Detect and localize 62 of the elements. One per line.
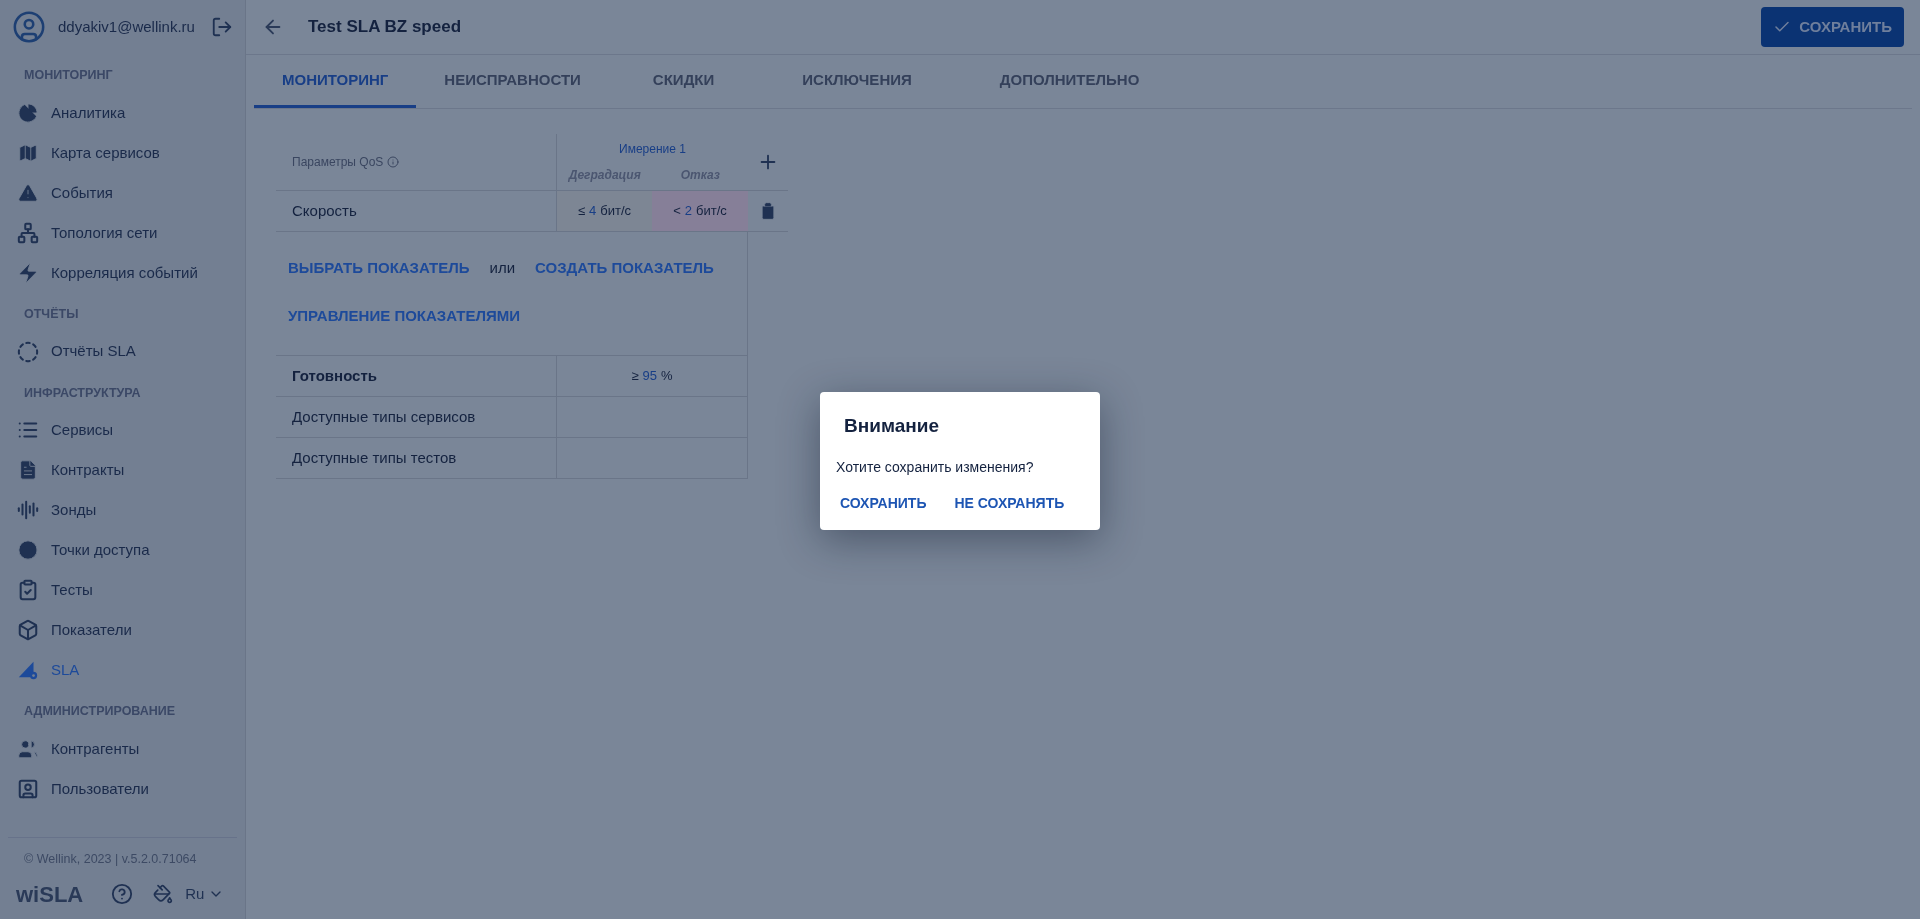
ring-icon [17,340,39,363]
threshold-cell[interactable]: ≤ 4 бит/с [556,191,652,232]
circle-icon [17,539,39,562]
row-label: Доступные типы сервисов [276,397,556,438]
paint-bucket-icon[interactable] [153,884,174,904]
select-metric-button[interactable]: ВЫБРАТЬ ПОКАЗАТЕЛЬ [276,248,482,288]
section-heading: ОТЧЁТЫ [23,305,80,323]
user-card-icon [17,778,39,800]
section-heading: МОНИТОРИНГ [23,67,114,84]
dimension-heading: Имерение 1 [619,141,686,158]
dialog-message: Хотите сохранить изменения? [835,457,1035,477]
dialog-title: Внимание [843,414,940,438]
sla-gear-icon [17,659,39,682]
availability-label: Готовность [276,356,556,397]
logo: wiSLA [16,880,84,909]
sidebar-item[interactable]: Показатели [0,610,245,651]
threshold-cell[interactable]: < 2 бит/с [652,191,748,232]
pie-chart-icon [17,101,39,124]
availability-cell[interactable]: ≥ 95 % [556,356,748,397]
clipboard-check-icon [17,579,39,602]
logout-icon[interactable] [211,16,233,38]
sidebar-item[interactable]: Топология сети [0,212,245,253]
or-text: или [489,257,516,278]
sidebar-item[interactable]: Тесты [0,570,245,611]
avatar-icon[interactable] [12,10,46,44]
page-title: Test SLA BZ speed [308,16,462,39]
sidebar-item[interactable]: Сервисы [0,410,245,451]
people-icon [17,738,39,760]
topology-icon [17,221,39,244]
tab[interactable]: ИСКЛЮЧЕНИЯ [758,55,956,108]
tab[interactable]: ДОПОЛНИТЕЛЬНО [955,55,1184,108]
lightning-icon [17,261,39,284]
sidebar-item[interactable]: Карта сервисов [0,132,245,173]
sidebar-item[interactable]: Контракты [0,450,245,491]
row-label: Доступные типы тестов [276,438,556,479]
manage-metrics-button[interactable]: УПРАВЛЕНИЕ ПОКАЗАТЕЛЯМИ [276,296,533,336]
info-icon[interactable] [387,156,400,168]
document-icon [17,459,39,482]
section-heading: ИНФРАСТРУКТУРА [23,384,142,402]
section-heading: АДМИНИСТРИРОВАНИЕ [23,703,177,721]
sidebar-item[interactable]: Аналитика [0,92,245,133]
sidebar-item[interactable]: Контрагенты [0,729,245,769]
cube-icon [17,619,39,642]
save-button[interactable]: СОХРАНИТЬ [1761,7,1904,47]
dialog-button[interactable]: НЕ СОХРАНЯТЬ [942,485,1077,522]
sidebar-item[interactable]: SLA [0,650,245,691]
tab[interactable]: СКИДКИ [608,55,759,108]
sidebar-item[interactable]: Точки доступа [0,530,245,571]
signal-bars-icon [17,499,39,522]
qos-params-heading: Параметры QoS [292,154,384,171]
sidebar-item[interactable]: Отчёты SLA [0,331,245,372]
sidebar-item[interactable]: Корреляция событий [0,252,245,293]
help-icon[interactable] [111,883,134,905]
tab[interactable]: МОНИТОРИНГ [254,55,417,108]
language-select[interactable]: Ru [185,882,225,906]
sidebar-item[interactable]: Зонды [0,490,245,531]
sidebar-item[interactable]: События [0,172,245,213]
sidebar-item[interactable]: Пользователи [0,769,245,809]
tab[interactable]: НЕИСПРАВНОСТИ [416,55,609,108]
create-metric-button[interactable]: СОЗДАТЬ ПОКАЗАТЕЛЬ [523,248,726,288]
user-email: ddyakiv1@wellink.ru [58,16,195,37]
dialog-button[interactable]: СОХРАНИТЬ [828,485,939,522]
